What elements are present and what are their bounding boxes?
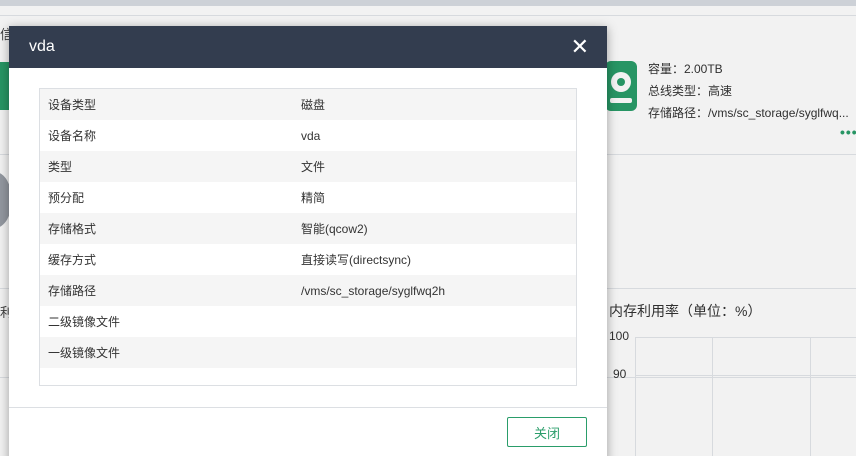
row-label: 一级镜像文件: [48, 346, 121, 360]
table-row: 存储格式 智能(qcow2): [40, 213, 576, 244]
table-row: 一级镜像文件: [40, 337, 576, 368]
row-label: 预分配: [48, 191, 85, 205]
table-row: 类型 文件: [40, 151, 576, 182]
table-row: 存储路径 /vms/sc_storage/syglfwq2h: [40, 275, 576, 306]
close-icon[interactable]: ✕: [571, 36, 589, 58]
table-row: 设备类型 磁盘: [40, 89, 576, 120]
disk-detail-dialog: vda ✕ 设备类型 磁盘 设备名称 vda 类型 文件 预分配 精简 存储格式…: [9, 26, 607, 456]
dialog-footer-divider: [9, 407, 607, 408]
row-value: 精简: [301, 191, 326, 205]
table-row: 二级镜像文件: [40, 306, 576, 337]
row-label: 二级镜像文件: [48, 315, 121, 329]
row-label: 存储格式: [48, 222, 97, 236]
table-row: 预分配 精简: [40, 182, 576, 213]
table-row: 缓存方式 直接读写(directsync): [40, 244, 576, 275]
dialog-header: vda ✕: [9, 26, 607, 68]
row-label: 存储路径: [48, 284, 97, 298]
row-value: 磁盘: [301, 98, 326, 112]
table-row: 设备名称 vda: [40, 120, 576, 151]
dialog-title: vda: [29, 38, 55, 55]
row-label: 类型: [48, 160, 73, 174]
detail-table: 设备类型 磁盘 设备名称 vda 类型 文件 预分配 精简 存储格式 智能(qc…: [39, 88, 577, 386]
row-label: 设备类型: [48, 98, 97, 112]
row-label: 设备名称: [48, 129, 97, 143]
row-value: 文件: [301, 160, 326, 174]
row-label: 缓存方式: [48, 253, 97, 267]
close-button[interactable]: 关闭: [507, 417, 587, 447]
row-value: vda: [301, 128, 321, 143]
row-value: 直接读写(directsync): [301, 253, 412, 267]
row-value: /vms/sc_storage/syglfwq2h: [301, 283, 446, 298]
row-value: 智能(qcow2): [301, 222, 368, 236]
